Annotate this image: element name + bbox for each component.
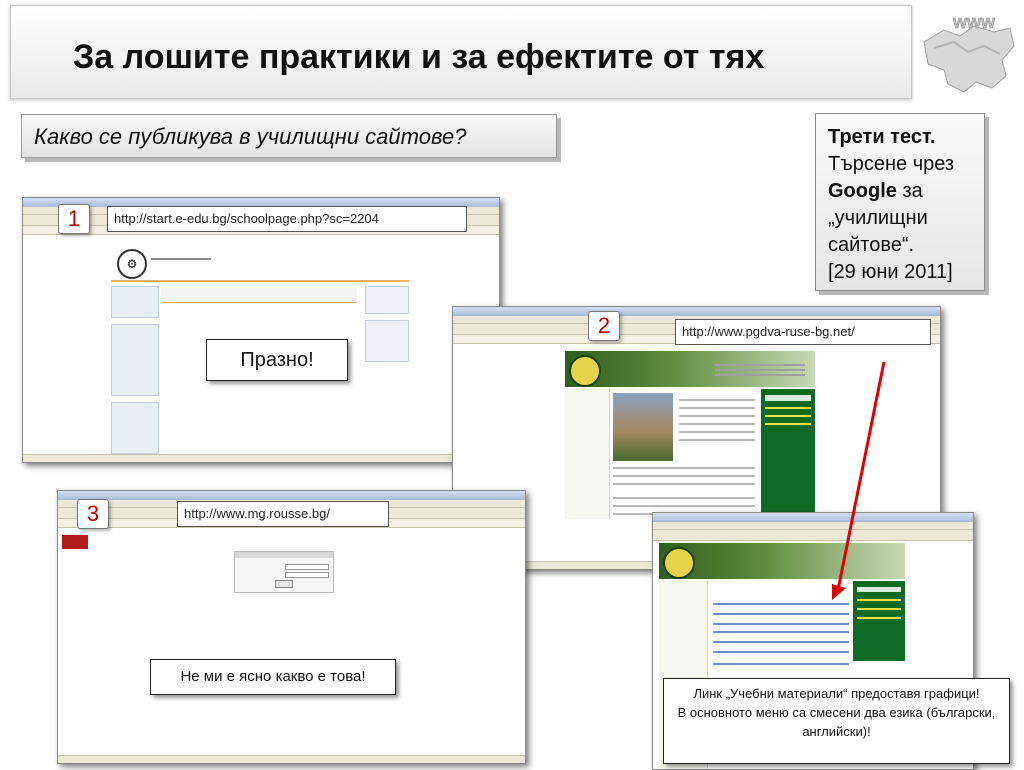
note-line-1: Трети тест. — [828, 126, 936, 148]
globe-map-graphic: www — [914, 2, 1022, 100]
comment-screen-2: Линк „Учебни материали“ предоставя графи… — [663, 678, 1010, 764]
screen-number-3: 3 — [77, 499, 109, 529]
school-page-left-column — [111, 286, 159, 456]
browser-screenshot-1: ⚙ — [22, 197, 500, 463]
login-button — [275, 580, 293, 588]
screen-number-1: 1 — [58, 204, 90, 234]
school-building-photo — [613, 393, 673, 461]
slide-title: За лошите практики и за ефектите от тях — [73, 38, 765, 76]
login-password-field — [285, 572, 329, 578]
url-callout-1: http://start.e-edu.bg/schoolpage.php?sc=… — [107, 206, 467, 232]
comment-screen-2-line-1: Линк „Учебни материали“ предоставя графи… — [693, 686, 980, 701]
window-titlebar — [653, 513, 973, 522]
test-note-box: Трети тест. Търсене чрез Google за „учил… — [815, 113, 985, 291]
comment-screen-1: Празно! — [206, 339, 348, 381]
note-line-3: Google за — [828, 178, 972, 205]
screen-number-2: 2 — [588, 311, 620, 341]
window-statusbar — [58, 755, 525, 763]
comment-screen-3: Не ми е ясно какво е това! — [150, 659, 396, 695]
site-banner — [659, 543, 905, 579]
comment-screen-2-line-2: В основното меню са смесени два езика (б… — [677, 705, 996, 739]
note-line-2: Търсене чрез — [828, 153, 955, 175]
browser-screenshot-3 — [57, 490, 526, 764]
login-form — [234, 551, 334, 593]
login-username-field — [285, 564, 329, 570]
site-banner — [565, 351, 815, 387]
school-logo-icon: ⚙ — [117, 249, 147, 279]
globe-map-icon: www — [914, 2, 1022, 100]
window-titlebar — [58, 491, 525, 500]
school-page-breadcrumb — [161, 288, 357, 303]
site-logo-icon — [62, 535, 88, 549]
school-page-right-column — [365, 286, 409, 446]
window-statusbar — [23, 454, 499, 462]
window-menubar — [653, 522, 973, 530]
site-green-sidebar — [761, 389, 815, 519]
url-callout-3: http://www.mg.rousse.bg/ — [177, 501, 389, 527]
subtitle-box: Какво се публикува в училищни сайтове? — [21, 114, 557, 158]
school-emblem-icon — [663, 547, 695, 579]
window-titlebar — [453, 307, 940, 316]
logo-www-text: www — [952, 12, 996, 32]
site-green-sidebar — [853, 581, 905, 661]
note-line-3-rest: за — [896, 180, 923, 202]
school-page-header: ⚙ — [111, 246, 409, 282]
site-main-menu — [565, 389, 610, 519]
note-line-5: [29 юни 2011] — [828, 261, 953, 283]
window-navbar — [653, 530, 973, 541]
note-google: Google — [828, 180, 897, 202]
slide-title-bar: За лошите практики и за ефектите от тях — [10, 5, 912, 99]
url-callout-2: http://www.pgdva-ruse-bg.net/ — [675, 319, 931, 345]
note-line-4: „училищни сайтове“. — [828, 207, 928, 256]
subtitle-text: Какво се публикува в училищни сайтове? — [34, 124, 467, 149]
school-emblem-icon — [569, 355, 601, 387]
